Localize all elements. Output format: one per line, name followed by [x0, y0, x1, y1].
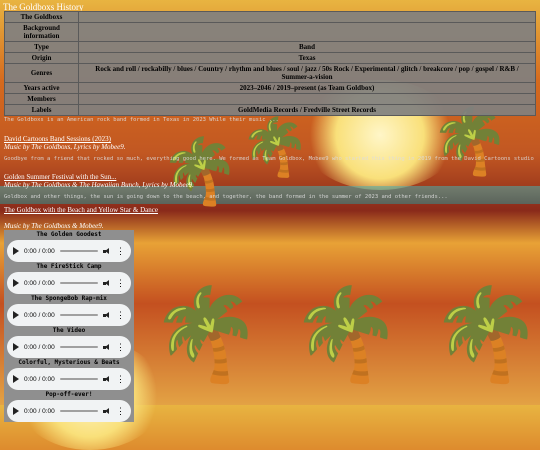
infobox-value: 2023–2046 / 2019–present (as Team Goldbo…	[78, 82, 536, 94]
track-title: The FireStick Camp	[36, 263, 102, 270]
intro-paragraph: The Goldboxs is an American rock band fo…	[4, 117, 279, 123]
volume-icon[interactable]	[103, 407, 111, 415]
audio-player[interactable]: 0:00 / 0:00 ⋮	[7, 304, 131, 326]
seek-bar[interactable]	[59, 314, 98, 316]
time-display: 0:00 / 0:00	[24, 407, 55, 415]
time-display: 0:00 / 0:00	[24, 343, 55, 351]
infobox-value	[78, 22, 536, 42]
track-title: Colorful, Mysterious & Beats	[18, 359, 120, 366]
audio-player[interactable]: 0:00 / 0:00 ⋮	[7, 400, 131, 422]
palm-tree-icon: 🌴	[290, 282, 403, 387]
playlist: The Golden Goodest 0:00 / 0:00 ⋮ The Fir…	[4, 230, 134, 422]
song-caption: Music by The Goldboxs, Lyrics by Mobee9.	[4, 143, 126, 151]
paragraph: Goldbox and other things, the sun is goi…	[4, 194, 448, 200]
song-caption: Music by The Goldboxs & The Hawaiian Bun…	[4, 181, 194, 189]
song-link[interactable]: David Cartoons Band Sessions (2023)	[4, 135, 111, 143]
infobox-value: Rock and roll / rockabilly / blues / Cou…	[78, 63, 536, 83]
more-options-icon[interactable]: ⋮	[116, 310, 125, 320]
audio-player[interactable]: 0:00 / 0:00 ⋮	[7, 240, 131, 262]
play-icon[interactable]	[13, 279, 19, 287]
play-icon[interactable]	[13, 375, 19, 383]
time-display: 0:00 / 0:00	[24, 375, 55, 383]
volume-icon[interactable]	[103, 247, 111, 255]
play-icon[interactable]	[13, 407, 19, 415]
palm-tree-icon: 🌴	[240, 115, 310, 180]
infobox-value: GoldMedia Records / Fredville Street Rec…	[78, 104, 536, 116]
seek-bar[interactable]	[59, 282, 98, 284]
track-title: The Golden Goodest	[36, 231, 102, 238]
palm-tree-icon: 🌴	[430, 105, 510, 179]
track-title: The SpongeBob Rap-mix	[31, 295, 107, 302]
more-options-icon[interactable]: ⋮	[116, 374, 125, 384]
seek-bar[interactable]	[59, 378, 98, 380]
infobox-value: Band	[78, 41, 536, 53]
infobox-label: Members	[4, 93, 79, 105]
seek-bar[interactable]	[59, 410, 98, 412]
play-icon[interactable]	[13, 343, 19, 351]
infobox: The Goldboxs Background information Type…	[4, 11, 536, 116]
track-title: The Video	[52, 327, 86, 334]
play-icon[interactable]	[13, 311, 19, 319]
infobox-value	[78, 93, 536, 105]
infobox-name: The Goldboxs	[4, 11, 79, 23]
time-display: 0:00 / 0:00	[24, 311, 55, 319]
play-icon[interactable]	[13, 247, 19, 255]
song-link[interactable]: The Goldbox with the Beach and Yellow St…	[4, 206, 158, 214]
volume-icon[interactable]	[103, 311, 111, 319]
palm-tree-icon: 🌴	[150, 282, 263, 387]
song-link[interactable]: Golden Summer Festival with the Sun...	[4, 173, 116, 181]
volume-icon[interactable]	[103, 375, 111, 383]
volume-icon[interactable]	[103, 279, 111, 287]
seek-bar[interactable]	[59, 346, 98, 348]
infobox-label: Genres	[4, 63, 79, 83]
more-options-icon[interactable]: ⋮	[116, 278, 125, 288]
time-display: 0:00 / 0:00	[24, 279, 55, 287]
more-options-icon[interactable]: ⋮	[116, 246, 125, 256]
volume-icon[interactable]	[103, 343, 111, 351]
infobox-label: Type	[4, 41, 79, 53]
infobox-label: Background information	[4, 22, 79, 42]
infobox-value: Texas	[78, 52, 536, 64]
infobox-label: Origin	[4, 52, 79, 64]
paragraph: Goodbye from a friend that rocked so muc…	[4, 156, 534, 162]
audio-player[interactable]: 0:00 / 0:00 ⋮	[7, 368, 131, 390]
audio-player[interactable]: 0:00 / 0:00 ⋮	[7, 272, 131, 294]
more-options-icon[interactable]: ⋮	[116, 406, 125, 416]
music-credit: Music by The Goldboxs & Mobee9.	[4, 222, 104, 230]
seek-bar[interactable]	[59, 250, 98, 252]
palm-tree-icon: 🌴	[430, 282, 540, 387]
time-display: 0:00 / 0:00	[24, 247, 55, 255]
infobox-label: Years active	[4, 82, 79, 94]
more-options-icon[interactable]: ⋮	[116, 342, 125, 352]
track-title: Pop-off-ever!	[45, 391, 93, 398]
infobox-label: Labels	[4, 104, 79, 116]
audio-player[interactable]: 0:00 / 0:00 ⋮	[7, 336, 131, 358]
